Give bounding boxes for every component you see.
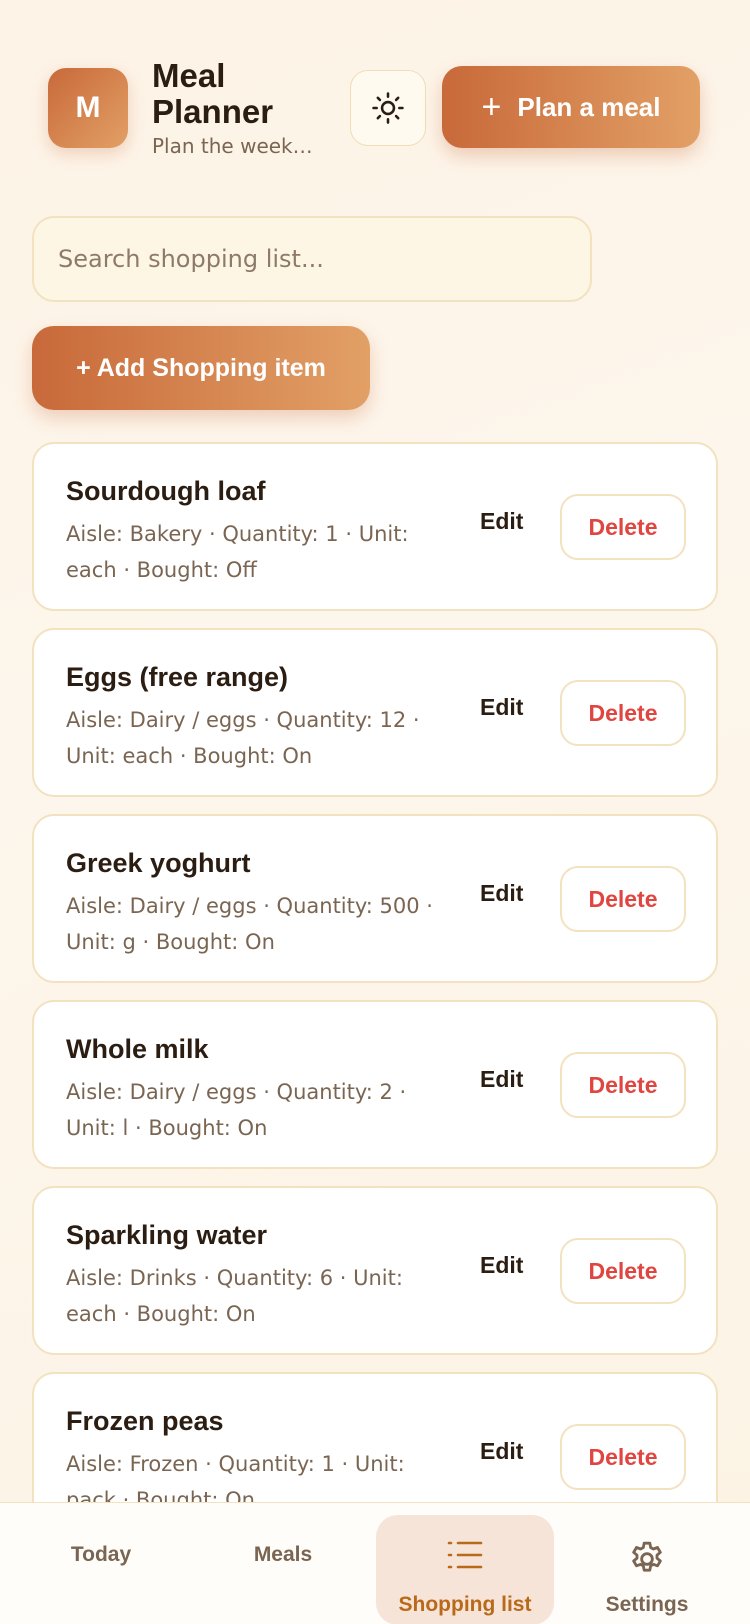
delete-button[interactable]: Delete	[560, 494, 686, 560]
bottom-tab-bar: Today Meals Shopping list Settings	[0, 1502, 750, 1624]
tab-label: Meals	[253, 1543, 313, 1566]
plan-meal-button[interactable]: + Plan a meal	[442, 66, 700, 148]
app-logo: M	[48, 68, 128, 148]
shopping-item-card: Eggs (free range) Aisle: Dairy / eggs · Q…	[32, 628, 718, 797]
delete-button[interactable]: Delete	[560, 1424, 686, 1490]
item-name: Sparkling water	[66, 1220, 268, 1250]
tab-label: Today	[70, 1543, 132, 1566]
shopping-item-card: Greek yoghurt Aisle: Dairy / eggs · Quant…	[32, 814, 718, 983]
delete-button[interactable]: Delete	[560, 1238, 686, 1304]
edit-button[interactable]: Edit	[480, 1066, 523, 1093]
tab-meals[interactable]: Meals	[194, 1515, 372, 1624]
tab-today[interactable]: Today	[12, 1515, 190, 1624]
app-title: Meal Planner	[152, 57, 274, 130]
tab-settings[interactable]: Settings	[558, 1515, 736, 1624]
edit-button[interactable]: Edit	[480, 1438, 523, 1465]
tab-shopping-list[interactable]: Shopping list	[376, 1515, 554, 1624]
list-icon	[447, 1541, 483, 1569]
item-name: Sourdough loaf	[66, 476, 266, 506]
item-details: Aisle: Drinks · Quantity: 6 · Unit: each…	[66, 1266, 403, 1326]
shopping-item-card: Whole milk Aisle: Dairy / eggs · Quantity…	[32, 1000, 718, 1169]
edit-button[interactable]: Edit	[480, 694, 523, 721]
shopping-item-card: Sourdough loaf Aisle: Bakery · Quantity: …	[32, 442, 718, 611]
item-name: Greek yoghurt	[66, 848, 251, 878]
item-name: Whole milk	[66, 1034, 209, 1064]
gear-icon	[632, 1541, 662, 1572]
shopping-list: Sourdough loaf Aisle: Bakery · Quantity: …	[32, 442, 718, 1558]
item-details: Aisle: Dairy / eggs · Quantity: 2 · Unit…	[66, 1080, 407, 1140]
edit-button[interactable]: Edit	[480, 1252, 523, 1279]
tab-label: Settings	[605, 1593, 689, 1616]
item-name: Eggs (free range)	[66, 662, 289, 692]
shopping-item-card: Sparkling water Aisle: Drinks · Quantity:…	[32, 1186, 718, 1355]
edit-button[interactable]: Edit	[480, 508, 523, 535]
item-details: Aisle: Dairy / eggs · Quantity: 500 · Un…	[66, 894, 433, 954]
item-details: Aisle: Dairy / eggs · Quantity: 12 · Uni…	[66, 708, 420, 768]
app-subtitle: Plan the week…	[152, 134, 313, 158]
delete-button[interactable]: Delete	[560, 1052, 686, 1118]
plan-meal-label: Plan a meal	[517, 91, 661, 122]
tab-label: Shopping list	[398, 1593, 532, 1616]
delete-button[interactable]: Delete	[560, 680, 686, 746]
app-header: M Meal Planner Plan the week… + Plan a m…	[48, 58, 726, 158]
theme-toggle-button[interactable]	[350, 70, 426, 146]
item-details: Aisle: Bakery · Quantity: 1 · Unit: each…	[66, 522, 409, 582]
plus-icon: +	[481, 88, 502, 126]
sun-icon	[372, 92, 404, 124]
add-shopping-item-button[interactable]: + Add Shopping item	[32, 326, 370, 410]
search-input[interactable]	[32, 216, 592, 302]
edit-button[interactable]: Edit	[480, 880, 523, 907]
delete-button[interactable]: Delete	[560, 866, 686, 932]
item-name: Frozen peas	[66, 1406, 224, 1436]
brand: Meal Planner Plan the week…	[152, 57, 342, 159]
